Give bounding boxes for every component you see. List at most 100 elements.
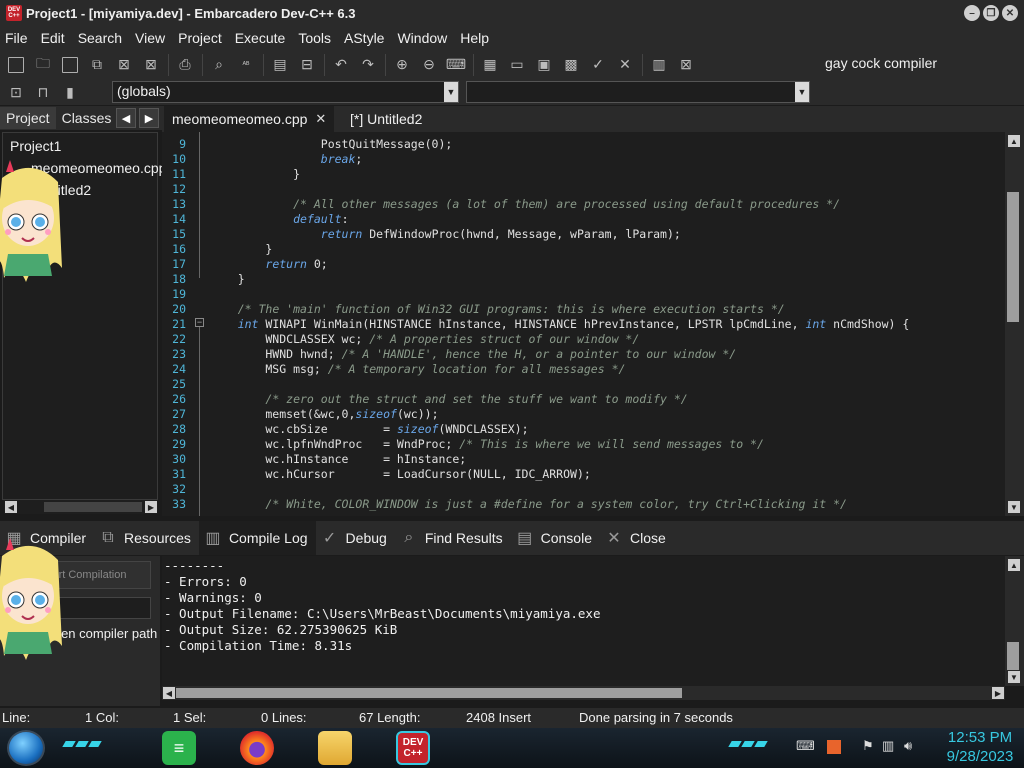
code-line[interactable]: 21 int WINAPI WinMain(HINSTANCE hInstanc… [162, 317, 1005, 332]
panel-next-button[interactable]: ▶ [139, 108, 159, 128]
code-line[interactable]: 29 wc.lpfnWndProc = WndProc; /* This is … [162, 437, 1005, 452]
run-icon[interactable]: ▭ [506, 54, 528, 76]
member-dropdown-arrow[interactable]: ▼ [795, 82, 809, 102]
compile-log-output[interactable]: -------- - Errors: 0 - Warnings: 0 - Out… [162, 556, 1005, 686]
scope-select[interactable]: (globals) [112, 81, 459, 103]
menu-project[interactable]: Project [178, 30, 222, 46]
menu-astyle[interactable]: AStyle [344, 30, 384, 46]
code-line[interactable]: 32 [162, 482, 1005, 497]
code-line[interactable]: 33 /* White, COLOR_WINDOW is just a #def… [162, 497, 1005, 512]
scope-dropdown-arrow[interactable]: ▼ [444, 82, 458, 102]
rebuild-all-icon[interactable]: ▩ [560, 54, 582, 76]
taskbar-clock[interactable]: 12:53 PM 9/28/2023 [936, 728, 1024, 766]
goto-bookmark-icon[interactable]: ▮ [59, 81, 81, 103]
log-hscroll-thumb[interactable] [176, 688, 682, 698]
log-scroll-down[interactable]: ▼ [1008, 671, 1020, 683]
code-line[interactable]: 26 /* zero out the struct and set the st… [162, 392, 1005, 407]
notes-app-icon[interactable]: ≡ [162, 731, 196, 765]
compile-icon[interactable]: ▦ [479, 54, 501, 76]
network-icon[interactable]: ▥ [882, 738, 894, 754]
toggle-bookmark-icon[interactable]: ⊓ [32, 81, 54, 103]
code-line[interactable]: 23 HWND hwnd; /* A 'HANDLE', hence the H… [162, 347, 1005, 362]
code-line[interactable]: 16 } [162, 242, 1005, 257]
project-options-icon[interactable]: ⌨ [445, 54, 467, 76]
replace-icon[interactable]: ᴬᴮ [235, 54, 257, 76]
log-scroll-right[interactable]: ▶ [992, 687, 1004, 699]
minimize-button[interactable]: – [964, 5, 980, 21]
close-button[interactable]: ✕ [1002, 5, 1018, 21]
scroll-right-arrow[interactable]: ▶ [145, 501, 157, 513]
insert-icon[interactable]: ⊡ [5, 81, 27, 103]
menu-view[interactable]: View [135, 30, 165, 46]
member-select[interactable] [466, 81, 810, 103]
code-line[interactable]: 31 wc.hCursor = LoadCursor(NULL, IDC_ARR… [162, 467, 1005, 482]
code-line[interactable]: 18 } [162, 272, 1005, 287]
cartoon-girl-sticker[interactable] [0, 536, 66, 666]
tab-project[interactable]: Project [0, 107, 56, 129]
tab-resources[interactable]: ⧉ Resources [94, 521, 199, 555]
add-to-project-icon[interactable]: ⊕ [391, 54, 413, 76]
cartoon-girl-sticker[interactable] [0, 158, 66, 288]
delete-profile-icon[interactable]: ⊠ [675, 54, 697, 76]
log-scroll-up[interactable]: ▲ [1008, 559, 1020, 571]
menu-window[interactable]: Window [397, 30, 447, 46]
tab-close[interactable]: ✕ Close [600, 521, 674, 555]
code-line[interactable]: 27 memset(&wc,0,sizeof(wc)); [162, 407, 1005, 422]
flag-icon[interactable]: ⚑ [862, 738, 874, 754]
code-line[interactable]: 25 [162, 377, 1005, 392]
open-folder-icon[interactable]: 🗀 [32, 54, 54, 76]
menu-help[interactable]: Help [460, 30, 489, 46]
scroll-left-arrow[interactable]: ◀ [5, 501, 17, 513]
start-button[interactable] [7, 730, 45, 766]
menu-file[interactable]: File [5, 30, 28, 46]
tab-console[interactable]: ▤ Console [511, 521, 600, 555]
goto-line-icon[interactable]: ▤ [269, 54, 291, 76]
panel-prev-button[interactable]: ◀ [116, 108, 136, 128]
close-file-icon[interactable]: ⊠ [113, 54, 135, 76]
abort-icon[interactable]: ✕ [614, 54, 636, 76]
file-explorer-icon[interactable] [318, 731, 352, 765]
code-line[interactable]: 15 return DefWindowProc(hwnd, Message, w… [162, 227, 1005, 242]
redo-icon[interactable]: ↷ [357, 54, 379, 76]
code-line[interactable]: 28 wc.cbSize = sizeof(WNDCLASSEX); [162, 422, 1005, 437]
tab-meomeomeomeo[interactable]: meomeomeomeo.cpp ✕ [164, 106, 335, 132]
log-vscroll-thumb[interactable] [1007, 642, 1019, 670]
tree-project-root[interactable]: Project1 [10, 138, 61, 154]
code-editor[interactable]: − 9 PostQuitMessage(0); 10 break; 11 } 12 13… [162, 132, 1005, 516]
devcpp-app-icon[interactable]: DEV C++ [6, 5, 22, 21]
code-line[interactable]: 10 break; [162, 152, 1005, 167]
profile-icon[interactable]: ▥ [648, 54, 670, 76]
editor-scroll-down[interactable]: ▼ [1008, 501, 1020, 513]
remove-from-project-icon[interactable]: ⊖ [418, 54, 440, 76]
code-line[interactable]: 13 /* All other messages (a lot of them)… [162, 197, 1005, 212]
tab-untitled2[interactable]: [*] Untitled2 [342, 106, 430, 132]
compile-run-icon[interactable]: ▣ [533, 54, 555, 76]
menu-edit[interactable]: Edit [41, 30, 65, 46]
editor-scroll-up[interactable]: ▲ [1008, 135, 1020, 147]
project-tree-hscroll-thumb[interactable] [44, 502, 142, 512]
code-line[interactable]: 17 return 0; [162, 257, 1005, 272]
close-all-icon[interactable]: ⊠ [140, 54, 162, 76]
tab-compile-log[interactable]: ▥ Compile Log [198, 521, 316, 555]
code-line[interactable]: 19 [162, 287, 1005, 302]
devcpp-taskbar-icon[interactable]: DEV C++ [396, 731, 430, 765]
menu-search[interactable]: Search [78, 30, 122, 46]
code-line[interactable]: 9 PostQuitMessage(0); [162, 137, 1005, 152]
volume-icon[interactable]: 🔊︎ [904, 738, 912, 754]
keyboard-icon[interactable]: ⌨ [796, 738, 815, 754]
syntax-check-icon[interactable]: ✓ [587, 54, 609, 76]
undo-icon[interactable]: ↶ [330, 54, 352, 76]
save-all-icon[interactable]: ⧉ [86, 54, 108, 76]
code-line[interactable]: 30 wc.hInstance = hInstance; [162, 452, 1005, 467]
new-file-icon[interactable] [5, 54, 27, 76]
tab-classes[interactable]: Classes [56, 107, 118, 129]
menu-execute[interactable]: Execute [235, 30, 286, 46]
firefox-icon[interactable] [240, 731, 274, 765]
restore-button[interactable]: ❐ [983, 5, 999, 21]
compiler-set-select[interactable]: gay cock compiler [820, 52, 1024, 76]
tab-debug[interactable]: ✓ Debug [316, 521, 395, 555]
bookmark-icon[interactable]: ⊟ [296, 54, 318, 76]
code-line[interactable]: 20 /* The 'main' function of Win32 GUI p… [162, 302, 1005, 317]
find-icon[interactable]: ⌕ [208, 54, 230, 76]
code-line[interactable]: 14 default: [162, 212, 1005, 227]
